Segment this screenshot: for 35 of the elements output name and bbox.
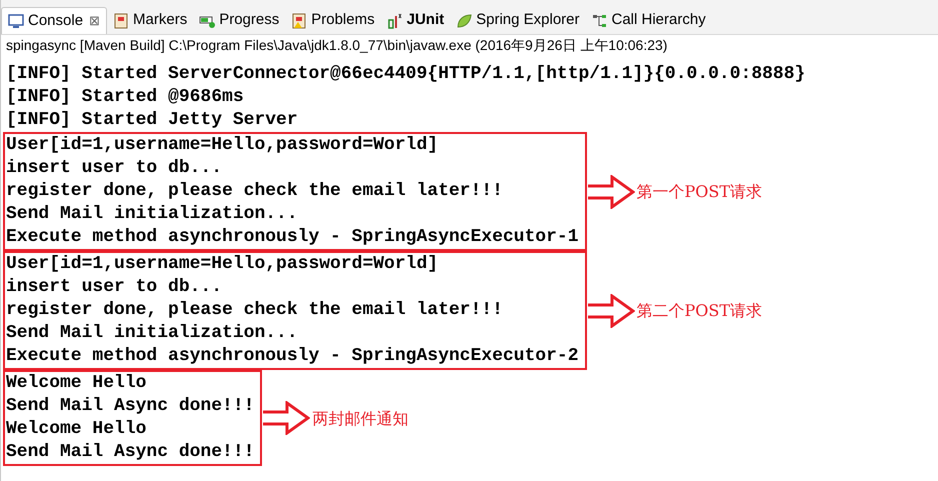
console-line: Execute method asynchronously - SpringAsyncExecutor-1 xyxy=(6,226,578,249)
console-line: [INFO] Started @9686ms xyxy=(6,86,245,109)
console-line: Execute method asynchronously - SpringAsyncExecutor-2 xyxy=(6,345,578,368)
console-line: insert user to db... xyxy=(6,276,224,299)
view-tab[interactable]: Call Hierarchy xyxy=(586,7,712,34)
console-line: Send Mail initialization... xyxy=(6,322,299,345)
hierarchy-icon xyxy=(592,12,608,28)
view-tab[interactable]: Markers xyxy=(107,7,194,34)
annotation-label: 两封邮件通知 xyxy=(312,408,408,430)
console-line: Send Mail initialization... xyxy=(6,203,299,226)
view-tab[interactable]: Progress xyxy=(193,7,286,34)
test-icon xyxy=(386,12,403,28)
view-tab[interactable]: JUnit xyxy=(380,7,450,34)
view-tab[interactable]: Spring Explorer xyxy=(450,7,586,34)
console-line: Send Mail Async done!!! xyxy=(6,395,254,418)
warning-icon xyxy=(291,12,308,28)
console-line: User[id=1,username=Hello,password=World] xyxy=(6,134,440,157)
monitor-icon xyxy=(8,13,24,29)
annotation-label: 第一个POST请求 xyxy=(636,181,762,203)
view-tab[interactable]: Console ⊠ xyxy=(1,7,108,34)
marker-icon xyxy=(113,12,130,28)
close-icon[interactable]: ⊠ xyxy=(89,11,100,31)
console-line: Send Mail Async done!!! xyxy=(6,441,254,464)
console-line: Welcome Hello xyxy=(6,372,148,395)
view-tab[interactable]: Problems xyxy=(285,7,381,34)
annotation-label: 第二个POST请求 xyxy=(636,300,762,322)
console-line: [INFO] Started Jetty Server xyxy=(6,109,299,132)
leaf-icon xyxy=(456,12,472,28)
console-line: Welcome Hello xyxy=(6,418,148,441)
process-title: spingasync [Maven Build] C:\Program Files\Java\jdk1.8.0_77\bin\javaw.exe (2016年9月26日 上午10:06:23) xyxy=(1,34,938,55)
console-line: [INFO] Started ServerConnector@66ec4409{HTTP/1.1,[http/1.1]}{0.0.0.0:8888} xyxy=(6,63,806,86)
console-line: register done, please check the email later!!! xyxy=(6,180,504,203)
console-line: register done, please check the email later!!! xyxy=(6,299,504,322)
console-line: User[id=1,username=Hello,password=World] xyxy=(6,253,440,276)
console-line: insert user to db... xyxy=(6,157,224,180)
